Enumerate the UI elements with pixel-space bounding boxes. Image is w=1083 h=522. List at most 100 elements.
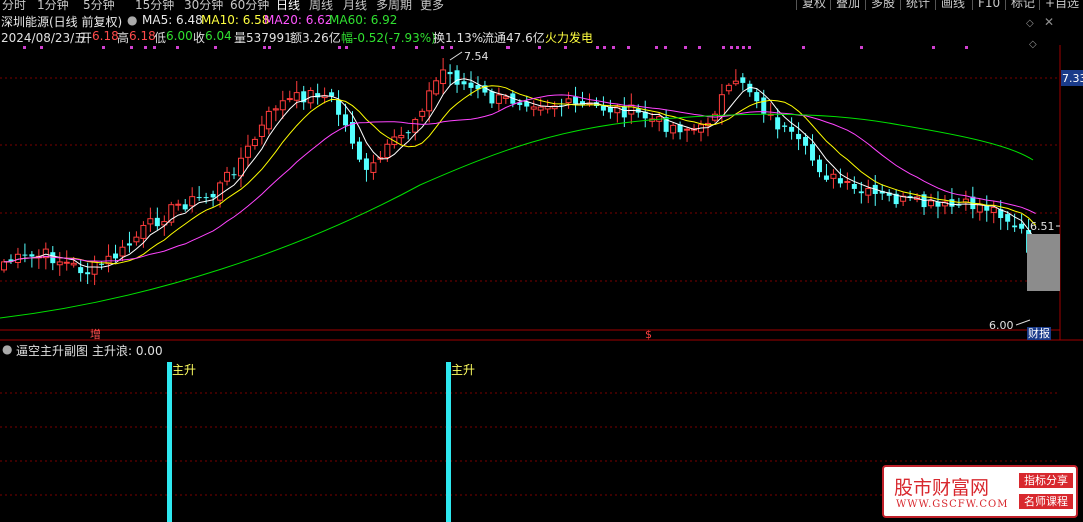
candle-body (1012, 225, 1018, 228)
event-dot (860, 46, 863, 49)
event-dot (742, 46, 745, 49)
ma10-line (3, 85, 1036, 265)
candle-body (279, 100, 286, 111)
candle-body (231, 174, 237, 176)
candle-body (99, 263, 105, 265)
signal-label: 主升 (172, 363, 196, 377)
candle-body (530, 106, 537, 110)
candle-body (621, 106, 627, 118)
candle-body (754, 92, 760, 102)
candle-body (803, 136, 809, 146)
event-dot (596, 46, 599, 49)
event-dot (144, 46, 147, 49)
open-value: 6.18 (92, 29, 119, 43)
candle-body (265, 110, 272, 130)
candle-body (85, 272, 91, 275)
chart-header: 深圳能源(日线 前复权) ● MA5: 6.48 MA10: 6.58 MA20… (0, 11, 1083, 29)
candle-body (384, 143, 391, 159)
candle-body (489, 91, 495, 104)
stock-name[interactable]: 深圳能源(日线 前复权) (1, 13, 122, 30)
candle-body (782, 125, 788, 127)
candle-body (22, 254, 28, 256)
candle-body (740, 77, 746, 83)
candle-body (844, 180, 851, 183)
increase-marker[interactable]: 增 (90, 327, 101, 341)
watermark-brand: 股市财富网 (894, 477, 990, 499)
candle-body (810, 144, 816, 161)
candle-body (329, 92, 335, 97)
candle-body (154, 217, 160, 227)
watermark-tag-course: 名师课程 (1019, 494, 1073, 509)
event-dot (748, 46, 751, 49)
candle-body (495, 94, 502, 104)
quote-date: 2024/08/23/五 (1, 31, 87, 45)
event-dot (102, 46, 105, 49)
event-dot (722, 46, 725, 49)
candle-body (865, 188, 872, 196)
candle-body (70, 262, 77, 266)
event-dot (40, 46, 43, 49)
candle-body (454, 70, 460, 85)
candle-body (56, 261, 63, 266)
ma-lines (0, 78, 1037, 319)
ma20-line (3, 94, 1036, 263)
kline-chart[interactable]: 7.54 6.00 7.33 6.51 增 $ 财报 ◇ ✕ ◇ 主升 主升 (0, 0, 1083, 522)
event-dot (415, 46, 418, 49)
report-marker[interactable]: 财报 (1028, 326, 1050, 340)
event-dot (263, 46, 266, 49)
sub-chart-settings-icon[interactable]: ● (2, 342, 12, 356)
sub-chart-title[interactable]: 逼空主升副图 (16, 342, 88, 359)
candle-body (796, 133, 802, 140)
event-dot (392, 46, 395, 49)
candle-body (182, 204, 188, 210)
event-dot (603, 46, 606, 49)
candle-body (718, 94, 725, 117)
candle-body (398, 134, 405, 139)
dollar-marker[interactable]: $ (645, 328, 652, 341)
candle-body (196, 197, 202, 199)
candle-body (440, 69, 447, 85)
event-dot (564, 46, 567, 49)
candle-body (684, 128, 691, 131)
gap-highlight-box (1027, 234, 1060, 291)
candle-body (1019, 223, 1025, 229)
candle-body (147, 218, 154, 225)
close-value: 6.04 (205, 29, 232, 43)
change-value: 幅-0.52(-7.93%) (341, 31, 436, 45)
signal-bar (446, 362, 451, 522)
ma10-label: MA10: 6.58 (201, 13, 270, 27)
event-dot (664, 46, 667, 49)
event-dot (214, 46, 217, 49)
candle-body (433, 80, 440, 95)
candle-body (1, 261, 7, 271)
concept-tag[interactable]: 火力发电 (545, 29, 593, 46)
candle-body (91, 261, 98, 275)
event-dot (130, 46, 133, 49)
event-dot (698, 46, 701, 49)
sub-chart-signals: 主升 主升 (167, 362, 475, 522)
candle-body (78, 267, 84, 274)
low-price-label: 6.00 (989, 319, 1014, 332)
candle-body (858, 191, 864, 194)
candle-body (113, 253, 119, 259)
candle-body (837, 178, 843, 184)
candle-body (524, 101, 530, 107)
event-dot (627, 46, 630, 49)
candle-body (990, 206, 997, 213)
candle-body (851, 183, 857, 189)
candle-body (949, 199, 955, 207)
candle-body (29, 254, 35, 257)
event-dot (538, 46, 541, 49)
event-dot (932, 46, 935, 49)
event-dot (736, 46, 739, 49)
candle-body (119, 246, 126, 257)
candle-body (502, 96, 509, 99)
candle-body (573, 96, 579, 104)
candle-body (224, 171, 231, 182)
open-label: 开 (80, 31, 93, 45)
amount-value: 额3.26亿 (290, 31, 341, 45)
ma-settings-icon[interactable]: ● (127, 13, 137, 27)
signal-label: 主升 (451, 363, 475, 377)
candle-body (286, 98, 293, 101)
high-price-label: 7.54 (464, 50, 489, 63)
